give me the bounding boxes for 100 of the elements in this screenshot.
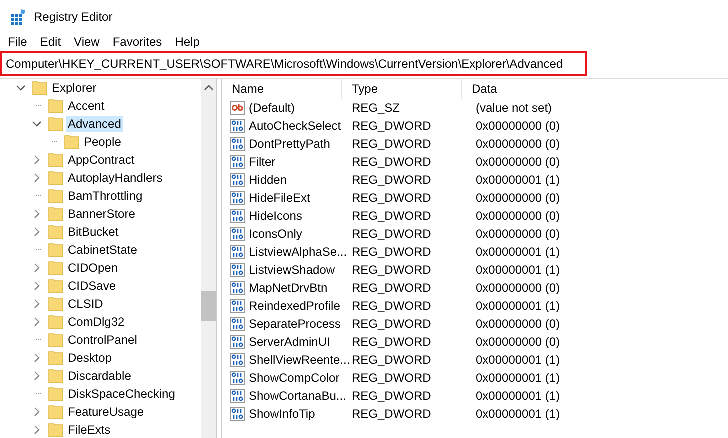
chevron-icon[interactable] [32,407,42,417]
chevron-icon[interactable] [32,425,42,435]
column-header[interactable]: Name [222,79,342,99]
value-data: 0x00000001 (1) [475,407,560,421]
chevron-icon[interactable] [32,227,42,237]
binary-value-icon [230,208,246,224]
value-name[interactable]: ListviewAlphaSe... [249,245,348,259]
tree-item[interactable]: CIDSave [66,278,118,294]
column-header[interactable]: Data [462,79,498,99]
value-type: REG_DWORD [351,155,432,169]
value-data: 0x00000001 (1) [475,389,560,403]
value-type: REG_DWORD [351,227,432,241]
value-type: REG_DWORD [351,173,432,187]
value-data: (value not set) [475,101,552,115]
value-type: REG_DWORD [351,299,432,313]
scrollbar-thumb[interactable] [201,291,216,321]
value-data: 0x00000000 (0) [475,335,560,349]
chevron-icon[interactable] [32,263,42,273]
menu-item[interactable]: Favorites [108,34,168,48]
column-header[interactable]: Type [342,79,462,99]
value-name[interactable]: ShowCompColor [249,371,340,385]
tree-item[interactable]: People [82,134,124,150]
binary-value-icon [230,172,246,188]
tree-item[interactable]: FeatureUsage [66,404,146,420]
chevron-icon[interactable] [16,83,26,93]
scroll-up-icon[interactable] [204,84,214,92]
tree-item[interactable]: CLSID [66,296,106,312]
folder-icon [48,296,64,312]
value-name[interactable]: MapNetDrvBtn [249,281,328,295]
tree-item[interactable]: CabinetState [66,242,140,258]
value-type: REG_DWORD [351,407,432,421]
folder-icon [48,170,64,186]
chevron-icon[interactable] [32,353,42,363]
value-name[interactable]: AutoCheckSelect [249,119,342,133]
value-name[interactable]: IconsOnly [249,227,302,241]
menu-item[interactable]: Help [171,34,205,48]
value-name[interactable]: DontPrettyPath [249,137,330,151]
string-value-icon [230,100,246,116]
chevron-icon[interactable] [32,371,42,381]
tree-item[interactable]: ComDlg32 [66,314,127,330]
tree-item[interactable]: AppContract [66,152,137,168]
value-name[interactable]: Filter [249,155,276,169]
value-name[interactable]: ListviewShadow [249,263,336,277]
folder-icon [48,422,64,438]
value-type: REG_DWORD [351,245,432,259]
tree-item[interactable]: Accent [66,98,107,114]
value-name[interactable]: ShowInfoTip [249,407,316,421]
value-name[interactable]: ServerAdminUI [249,335,330,349]
folder-icon [48,260,64,276]
scrollbar[interactable] [201,79,216,438]
chevron-icon[interactable] [32,209,42,219]
value-type: REG_DWORD [351,209,432,223]
tree-item[interactable]: AutoplayHandlers [66,170,165,186]
chevron-icon[interactable] [32,317,42,327]
value-name[interactable]: SeparateProcess [249,317,342,331]
chevron-icon[interactable] [32,281,42,291]
folder-icon [48,404,64,420]
value-type: REG_DWORD [351,371,432,385]
tree-item[interactable]: Explorer [50,80,99,96]
address-bar[interactable]: Computer\HKEY_CURRENT_USER\SOFTWARE\Microsoft\Windows\CurrentVersion\Explorer\Advanced [0,51,587,76]
value-name[interactable]: ShellViewReente... [249,353,350,367]
chevron-icon[interactable] [32,299,42,309]
tree-item[interactable]: Advanced [66,116,124,132]
chevron-icon[interactable] [32,155,42,165]
value-data: 0x00000000 (0) [475,155,560,169]
menu-item[interactable]: View [70,34,105,48]
chevron-icon[interactable] [32,173,42,183]
tree-item[interactable]: BannerStore [66,206,138,222]
tree-item[interactable]: ControlPanel [66,332,140,348]
tree-item[interactable]: DiskSpaceChecking [66,386,178,402]
value-name[interactable]: HideFileExt [249,191,310,205]
value-name[interactable]: (Default) [249,101,296,115]
tree-item[interactable]: BitBucket [66,224,121,240]
folder-icon [48,368,64,384]
chevron-icon[interactable] [32,119,42,129]
folder-icon [48,152,64,168]
tree-item[interactable]: BamThrottling [66,188,145,204]
value-data: 0x00000001 (1) [475,263,560,277]
binary-value-icon [230,334,246,350]
tree-item[interactable]: CIDOpen [66,260,120,276]
binary-value-icon [230,244,246,260]
value-name[interactable]: Hidden [249,173,288,187]
tree-item[interactable]: Discardable [66,368,134,384]
binary-value-icon [230,262,246,278]
tree-item[interactable]: Desktop [66,350,114,366]
tree-item[interactable]: FileExts [66,422,113,438]
binary-value-icon [230,280,246,296]
value-name[interactable]: ShowCortanaBu... [249,389,346,403]
value-data: 0x00000001 (1) [475,371,560,385]
folder-icon [32,80,48,96]
value-name[interactable]: HideIcons [249,209,302,223]
menu-item[interactable]: File [4,34,32,48]
binary-value-icon [230,316,246,332]
value-data: 0x00000000 (0) [475,281,560,295]
value-type: REG_DWORD [351,191,432,205]
value-type: REG_DWORD [351,137,432,151]
value-data: 0x00000000 (0) [475,227,560,241]
value-name[interactable]: ReindexedProfile [249,299,340,313]
menu-item[interactable]: Edit [36,34,66,48]
window-title: Registry Editor [34,10,113,24]
